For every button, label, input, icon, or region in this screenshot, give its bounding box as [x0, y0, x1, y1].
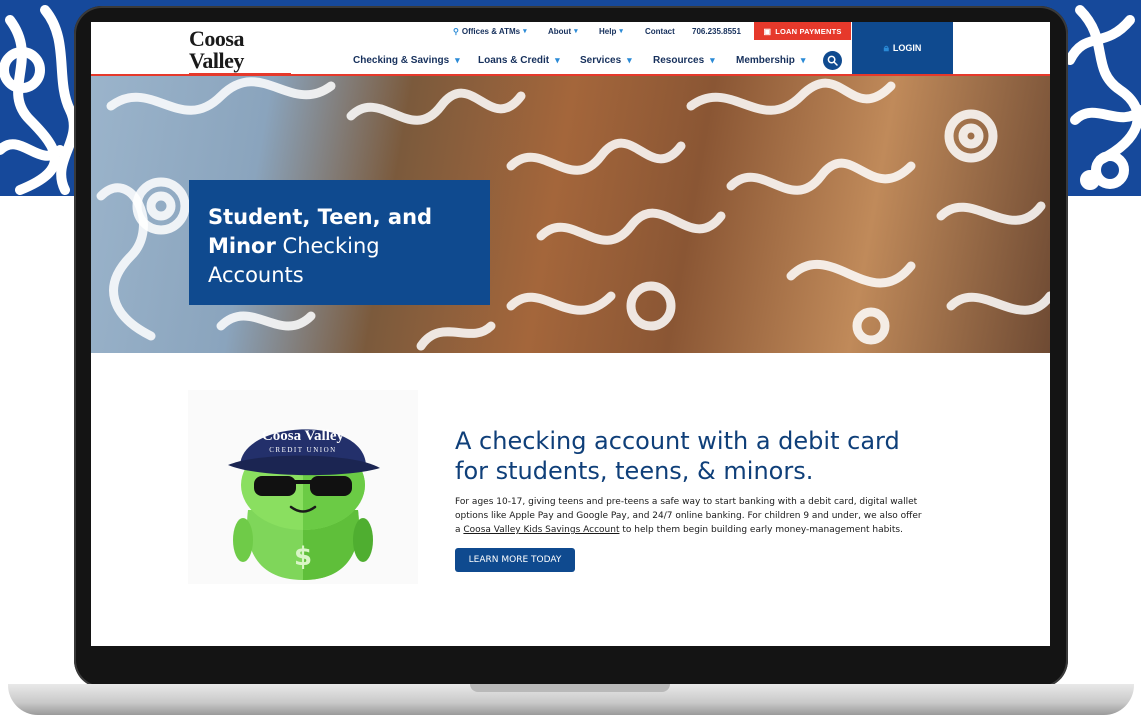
hero-title-bold: Student, Teen, and — [208, 205, 433, 229]
search-icon — [827, 55, 838, 66]
contact-link[interactable]: Contact — [645, 22, 675, 40]
svg-text:$: $ — [294, 542, 312, 572]
laptop-notch — [470, 684, 670, 692]
nav-services[interactable]: Services ▾ — [580, 52, 632, 68]
lock-icon: 🔒︎ — [883, 42, 889, 54]
site-logo[interactable]: Coosa Valley CREDIT UNION — [189, 28, 294, 86]
chevron-down-icon: ▾ — [800, 54, 806, 65]
section-body: For ages 10-17, giving teens and pre-tee… — [455, 495, 925, 537]
logo-title: Coosa Valley — [189, 26, 244, 73]
login-label: LOGIN — [892, 43, 922, 53]
nav-label: Membership — [736, 54, 795, 66]
login-button[interactable]: 🔒︎ LOGIN — [852, 22, 953, 74]
laptop-screen: Coosa Valley CREDIT UNION ⚲ Offices & AT… — [91, 22, 1050, 646]
chevron-down-icon: ▾ — [455, 54, 460, 65]
body-text-end: to help them begin building early money-… — [622, 525, 903, 535]
nav-label: Loans & Credit — [478, 54, 550, 66]
chevron-down-icon: ▾ — [627, 54, 632, 65]
mascot-image: Coosa Valley CREDIT UNION $ — [228, 428, 380, 580]
nav-checking-savings[interactable]: Checking & Savings ▾ — [353, 52, 460, 68]
help-label: Help — [599, 26, 617, 36]
section-headline: A checking account with a debit card for… — [455, 427, 900, 485]
chevron-down-icon: ▾ — [710, 54, 715, 65]
phone-link[interactable]: 706.235.8551 — [692, 22, 741, 40]
hero-title-box: Student, Teen, and Minor Checking Accoun… — [189, 180, 490, 305]
phone-number: 706.235.8551 — [692, 26, 741, 36]
nav-loans-credit[interactable]: Loans & Credit ▾ — [478, 52, 560, 68]
nav-label: Checking & Savings — [353, 54, 450, 66]
nav-resources[interactable]: Resources ▾ — [653, 52, 715, 68]
chevron-down-icon: ▾ — [574, 28, 578, 35]
location-pin-icon: ⚲ — [453, 26, 459, 36]
hero-banner: Student, Teen, and Minor Checking Accoun… — [91, 76, 1050, 353]
payment-card-icon: ▣ — [763, 26, 772, 36]
nav-label: Services — [580, 54, 622, 66]
offices-label: Offices & ATMs — [461, 26, 521, 36]
mascot-illustration: Coosa Valley CREDIT UNION $ — [188, 390, 418, 584]
loan-payments-label: LOAN PAYMENTS — [775, 26, 842, 36]
loan-payments-button[interactable]: ▣ LOAN PAYMENTS — [754, 22, 851, 40]
chevron-down-icon: ▾ — [523, 28, 527, 35]
contact-label: Contact — [645, 26, 675, 36]
help-link[interactable]: Help ▾ — [599, 22, 623, 40]
hero-title: Student, Teen, and Minor Checking Accoun… — [208, 203, 432, 290]
site-header: Coosa Valley CREDIT UNION ⚲ Offices & AT… — [91, 22, 1050, 86]
hero-title-bold-2: Minor — [208, 234, 276, 258]
offices-atms-link[interactable]: ⚲ Offices & ATMs ▾ — [453, 22, 527, 40]
learn-more-button[interactable]: LEARN MORE TODAY — [455, 548, 575, 572]
about-link[interactable]: About ▾ — [548, 22, 578, 40]
chevron-down-icon: ▾ — [555, 54, 560, 65]
nav-membership[interactable]: Membership ▾ — [736, 52, 805, 68]
hero-title-line-3: Accounts — [208, 263, 304, 287]
cap-logo-subtitle: CREDIT UNION — [269, 446, 336, 454]
about-label: About — [548, 26, 572, 36]
cap-logo-title: Coosa Valley — [262, 428, 345, 444]
chevron-down-icon: ▾ — [619, 28, 623, 35]
kids-savings-link[interactable]: Coosa Valley Kids Savings Account — [463, 525, 619, 535]
hero-title-rest: Checking — [282, 234, 380, 258]
search-button[interactable] — [823, 51, 842, 70]
nav-label: Resources — [653, 54, 705, 66]
